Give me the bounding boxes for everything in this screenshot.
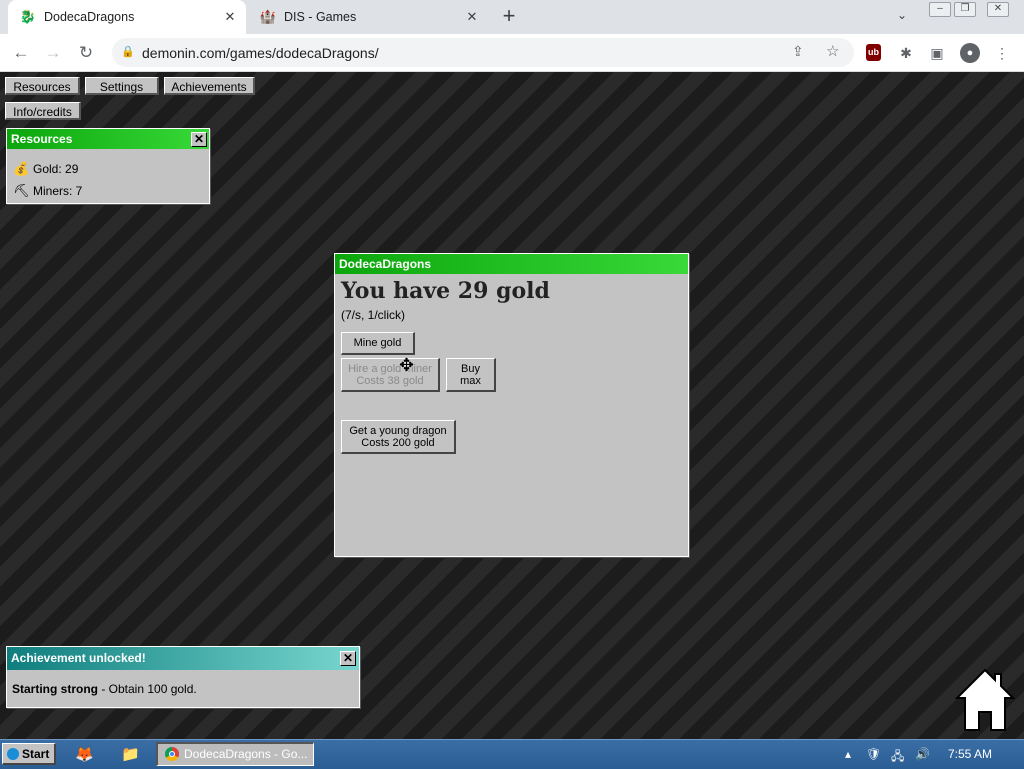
restore-button[interactable]: ❐ (954, 2, 976, 17)
resource-gold-row: 💰 Gold: 29 (13, 161, 78, 177)
resources-panel: Resources ✕ 💰 Gold: 29 ⛏ Miners: 7 (6, 128, 210, 204)
ublock-extension-icon[interactable]: ub (866, 44, 881, 61)
game-window: DodecaDragons You have 29 gold (7/s, 1/c… (334, 253, 689, 557)
game-window-title: DodecaDragons (335, 254, 688, 274)
new-tab-button[interactable]: + (498, 5, 520, 28)
lock-icon: 🔒 (121, 46, 135, 58)
tray-network-icon[interactable]: 🖧 (891, 747, 904, 768)
achievements-menu-button[interactable]: Achievements (164, 77, 255, 95)
share-icon[interactable]: ⇪ (792, 43, 804, 60)
achievement-close-button[interactable]: ✕ (340, 651, 356, 666)
gold-count: Gold: 29 (33, 162, 79, 176)
windows-logo-icon (7, 748, 19, 760)
get-young-dragon-button[interactable]: Get a young dragon Costs 200 gold (341, 420, 456, 454)
buy-max-label-1: Buy (461, 362, 480, 375)
tab-dis-games[interactable]: 🏰 DIS - Games ✕ (248, 0, 488, 34)
tab-search-chevron-icon[interactable]: ⌄ (897, 8, 907, 22)
info-credits-menu-button[interactable]: Info/credits (5, 102, 81, 120)
achievement-text: Starting strong - Obtain 100 gold. (12, 682, 197, 696)
forward-arrow-icon[interactable]: → (41, 41, 65, 65)
close-window-button[interactable]: ✕ (987, 2, 1009, 17)
gold-rate: (7/s, 1/click) (341, 308, 406, 322)
firefox-icon[interactable]: 🦊 (75, 746, 94, 764)
extensions-puzzle-icon[interactable]: ✱ (896, 43, 916, 63)
tab-title: DIS - Games (284, 10, 357, 24)
reload-icon[interactable]: ↻ (74, 41, 98, 65)
game-page: Resources Settings Achievements Info/cre… (0, 72, 1024, 739)
achievement-title: Achievement unlocked! (7, 647, 359, 670)
achievement-description: - Obtain 100 gold. (98, 682, 197, 696)
dragon-cost: Costs 200 gold (361, 436, 435, 449)
tray-security-icon[interactable]: 🛡 (866, 747, 881, 761)
move-cursor-icon: ✥ (399, 355, 415, 375)
hire-miner-cost: Costs 38 gold (356, 374, 424, 387)
home-icon[interactable] (955, 668, 1015, 732)
taskbar-chrome-task[interactable]: DodecaDragons - Go... (156, 742, 314, 766)
close-tab-icon[interactable]: ✕ (462, 9, 482, 25)
tab-title: DodecaDragons (44, 10, 135, 24)
resources-panel-title: Resources (7, 129, 209, 149)
back-arrow-icon[interactable]: ← (9, 41, 33, 65)
profile-avatar-icon[interactable]: ● (960, 43, 980, 63)
gold-icon: 💰 (13, 161, 30, 176)
mine-gold-button[interactable]: Mine gold (341, 332, 415, 355)
task-label: DodecaDragons - Go... (184, 747, 308, 761)
dragon-favicon-icon: 🐉 (19, 9, 37, 24)
address-bar[interactable]: 🔒 demonin.com/games/dodecaDragons/ ⇪ ☆ (112, 38, 854, 67)
miners-count: Miners: 7 (33, 184, 83, 198)
tab-dodecadragons[interactable]: 🐉 DodecaDragons ✕ (8, 0, 246, 34)
bookmark-star-icon[interactable]: ☆ (826, 42, 839, 60)
dis-favicon-icon: 🏰 (259, 9, 277, 24)
resource-miners-row: ⛏ Miners: 7 (13, 183, 82, 199)
browser-toolbar: ← → ↻ 🔒 demonin.com/games/dodecaDragons/… (0, 34, 1024, 72)
resources-menu-button[interactable]: Resources (5, 77, 80, 95)
settings-menu-button[interactable]: Settings (85, 77, 159, 95)
gold-headline: You have 29 gold (341, 278, 550, 304)
achievement-popup: Achievement unlocked! ✕ Starting strong … (6, 646, 360, 708)
side-panel-icon[interactable]: ▣ (927, 43, 947, 63)
file-explorer-icon[interactable]: 📁 (121, 746, 140, 764)
tab-bar: 🐉 DodecaDragons ✕ 🏰 DIS - Games ✕ + ⌄ – … (0, 0, 1024, 34)
buy-max-label-2: max (460, 374, 481, 387)
tray-expand-icon[interactable]: ▴ (845, 747, 851, 761)
dragon-label: Get a young dragon (349, 424, 447, 437)
minimize-button[interactable]: – (929, 2, 951, 17)
taskbar: Start 🦊 📁 DodecaDragons - Go... ▴ 🛡 🖧 🔊 … (0, 739, 1024, 769)
taskbar-clock[interactable]: 7:55 AM (948, 747, 992, 761)
chrome-icon (165, 747, 179, 761)
buy-max-button[interactable]: Buy max (446, 358, 496, 392)
tray-volume-icon[interactable]: 🔊 (915, 747, 930, 761)
start-button[interactable]: Start (2, 743, 56, 765)
hire-miner-button[interactable]: Hire a gold miner Costs 38 gold (341, 358, 440, 392)
more-menu-icon[interactable]: ⋮ (992, 43, 1012, 63)
miner-icon: ⛏ (13, 183, 30, 198)
url-text: demonin.com/games/dodecaDragons/ (142, 45, 379, 61)
hire-miner-label: Hire a gold miner (348, 362, 432, 375)
start-label: Start (22, 747, 50, 761)
close-tab-icon[interactable]: ✕ (220, 9, 240, 25)
achievement-name: Starting strong (12, 682, 98, 696)
resources-close-button[interactable]: ✕ (191, 132, 207, 147)
